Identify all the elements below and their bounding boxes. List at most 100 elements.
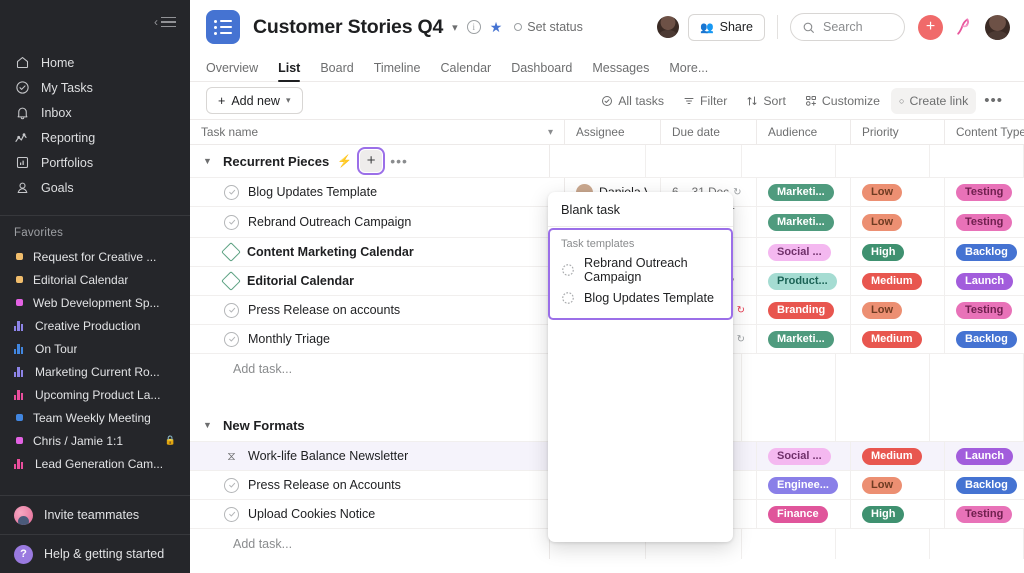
content-type-cell[interactable]: Backlog — [945, 325, 1024, 353]
search-input[interactable]: Search — [790, 13, 905, 41]
tab-list[interactable]: List — [268, 61, 310, 82]
invite-teammates-button[interactable]: Invite teammates — [0, 496, 190, 534]
priority-cell[interactable]: Medium — [851, 325, 945, 353]
check-circle-icon[interactable] — [224, 331, 239, 347]
priority-cell[interactable]: Low — [851, 178, 945, 206]
add-task-to-section-button[interactable]: + — [357, 147, 386, 175]
favorite-item-web-development[interactable]: Web Development Sp... — [0, 291, 190, 314]
task-name-cell[interactable]: Blog Updates Template — [190, 178, 565, 206]
favorite-item-request-for-creative[interactable]: Request for Creative ... — [0, 245, 190, 268]
menu-item-blog-updates-template[interactable]: Blog Updates Template — [550, 284, 731, 312]
menu-item-rebrand-outreach-campaign[interactable]: Rebrand Outreach Campaign — [550, 256, 731, 284]
add-task-label[interactable]: Add task... — [190, 354, 550, 384]
collapse-sidebar-icon[interactable]: ‹ — [154, 16, 176, 28]
audience-cell[interactable]: Finance — [757, 500, 851, 528]
content-type-cell[interactable]: Launch — [945, 267, 1024, 295]
check-circle-icon[interactable] — [224, 302, 239, 318]
task-name-cell[interactable]: ⧖ Work-life Balance Newsletter — [190, 442, 565, 470]
task-name-cell[interactable]: Content Marketing Calendar — [190, 238, 565, 266]
check-circle-icon[interactable] — [224, 506, 239, 522]
sidebar-item-reporting[interactable]: Reporting — [0, 125, 190, 150]
task-name-cell[interactable]: Press Release on accounts — [190, 296, 565, 324]
tab-calendar[interactable]: Calendar — [430, 61, 501, 82]
priority-cell[interactable]: High — [851, 238, 945, 266]
task-name-cell[interactable]: Rebrand Outreach Campaign — [190, 207, 565, 237]
content-type-cell[interactable]: Testing — [945, 296, 1024, 324]
tab-board[interactable]: Board — [310, 61, 363, 82]
help-getting-started-button[interactable]: ? Help & getting started — [0, 535, 190, 573]
filter-button[interactable]: Filter — [675, 88, 735, 114]
add-task-label[interactable]: Add task... — [190, 529, 550, 559]
content-type-cell[interactable]: Launch — [945, 442, 1024, 470]
favorite-item-chris-jamie-1-1[interactable]: Chris / Jamie 1:1 🔒 — [0, 429, 190, 452]
audience-cell[interactable]: Marketi... — [757, 207, 851, 237]
sort-button[interactable]: Sort — [738, 88, 794, 114]
column-header-audience[interactable]: Audience — [757, 120, 851, 144]
column-header-content-type[interactable]: Content Type — [945, 120, 1024, 144]
favorite-item-on-tour[interactable]: On Tour — [0, 337, 190, 360]
create-link-button[interactable]: ○ Create link — [891, 87, 977, 114]
tab-timeline[interactable]: Timeline — [364, 61, 431, 82]
task-name-cell[interactable]: Upload Cookies Notice — [190, 500, 565, 528]
favorite-item-upcoming-product-launch[interactable]: Upcoming Product La... — [0, 383, 190, 406]
tab-overview[interactable]: Overview — [206, 61, 268, 82]
chevron-down-icon[interactable]: ▾ — [452, 21, 458, 34]
hourglass-icon[interactable]: ⧖ — [224, 449, 239, 464]
favorite-item-team-weekly-meeting[interactable]: Team Weekly Meeting — [0, 406, 190, 429]
favorite-item-marketing-current-roadmap[interactable]: Marketing Current Ro... — [0, 360, 190, 383]
audience-cell[interactable]: Marketi... — [757, 178, 851, 206]
avatar[interactable] — [985, 14, 1010, 40]
audience-cell[interactable]: Marketi... — [757, 325, 851, 353]
priority-cell[interactable]: High — [851, 500, 945, 528]
audience-cell[interactable]: Product... — [757, 267, 851, 295]
share-button[interactable]: 👥 Share — [687, 13, 765, 41]
diamond-milestone-icon[interactable] — [221, 242, 241, 262]
tab-messages[interactable]: Messages — [582, 61, 659, 82]
priority-cell[interactable]: Medium — [851, 442, 945, 470]
celebration-bird-icon[interactable] — [954, 17, 974, 37]
content-type-cell[interactable]: Backlog — [945, 471, 1024, 499]
chevron-down-icon[interactable]: ▼ — [203, 420, 215, 430]
column-header-task-name[interactable]: Task name ▾ — [190, 120, 565, 144]
priority-cell[interactable]: Low — [851, 296, 945, 324]
section-overflow-button[interactable]: ••• — [390, 154, 408, 168]
audience-cell[interactable]: Enginee... — [757, 471, 851, 499]
column-header-assignee[interactable]: Assignee — [565, 120, 661, 144]
toolbar-overflow-button[interactable]: ••• — [979, 93, 1008, 108]
all-tasks-button[interactable]: All tasks — [593, 88, 672, 114]
audience-cell[interactable]: Social ... — [757, 238, 851, 266]
section-header-recurrent-pieces[interactable]: ▼ Recurrent Pieces ⚡ + ••• — [190, 145, 1024, 178]
set-status-button[interactable]: Set status — [514, 20, 583, 34]
check-circle-icon[interactable] — [224, 184, 239, 200]
priority-cell[interactable]: Low — [851, 471, 945, 499]
sidebar-item-home[interactable]: Home — [0, 50, 190, 75]
diamond-milestone-icon[interactable] — [221, 271, 241, 291]
member-avatar[interactable] — [656, 16, 679, 38]
sidebar-item-goals[interactable]: Goals — [0, 175, 190, 200]
priority-cell[interactable]: Medium — [851, 267, 945, 295]
content-type-cell[interactable]: Testing — [945, 207, 1024, 237]
add-new-button[interactable]: + Add new ▾ — [206, 87, 303, 114]
task-name-cell[interactable]: Press Release on Accounts — [190, 471, 565, 499]
favorite-item-lead-generation-campaign[interactable]: Lead Generation Cam... — [0, 452, 190, 475]
chevron-down-icon[interactable]: ▾ — [548, 127, 553, 138]
create-button[interactable]: + — [918, 14, 943, 40]
menu-item-blank-task[interactable]: Blank task — [548, 192, 733, 226]
favorite-item-editorial-calendar[interactable]: Editorial Calendar — [0, 268, 190, 291]
column-header-priority[interactable]: Priority — [851, 120, 945, 144]
content-type-cell[interactable]: Testing — [945, 178, 1024, 206]
tab-dashboard[interactable]: Dashboard — [501, 61, 582, 82]
customize-button[interactable]: Customize — [797, 88, 888, 114]
priority-cell[interactable]: Low — [851, 207, 945, 237]
chevron-down-icon[interactable]: ▼ — [203, 156, 215, 166]
task-name-cell[interactable]: Editorial Calendar — [190, 267, 565, 295]
check-circle-icon[interactable] — [224, 214, 239, 230]
tab-more[interactable]: More... — [659, 61, 718, 82]
content-type-cell[interactable]: Testing — [945, 500, 1024, 528]
audience-cell[interactable]: Social ... — [757, 442, 851, 470]
content-type-cell[interactable]: Backlog — [945, 238, 1024, 266]
sidebar-item-portfolios[interactable]: Portfolios — [0, 150, 190, 175]
sidebar-item-my-tasks[interactable]: My Tasks — [0, 75, 190, 100]
sidebar-item-inbox[interactable]: Inbox — [0, 100, 190, 125]
column-header-due-date[interactable]: Due date — [661, 120, 757, 144]
